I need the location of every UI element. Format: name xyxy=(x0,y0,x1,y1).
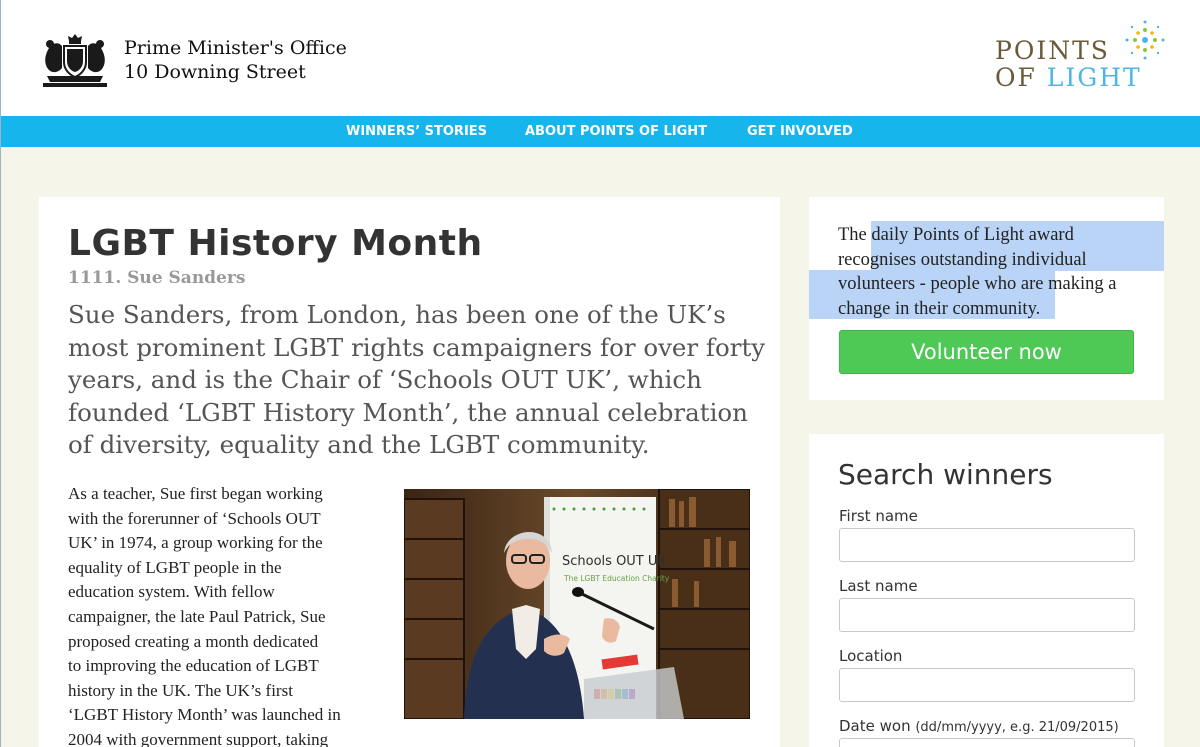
first-name-input[interactable] xyxy=(839,528,1135,562)
main-nav: WINNERS’ STORIES ABOUT POINTS OF LIGHT G… xyxy=(1,116,1200,147)
body-line: campaigner, the late Paul Patrick, Sue xyxy=(68,606,326,626)
body-line: proposed creating a month dedicated xyxy=(68,631,319,651)
award-line: The daily Points of Light award xyxy=(838,225,1074,245)
page-title: LGBT History Month xyxy=(68,223,483,264)
volunteer-now-button[interactable]: Volunteer now xyxy=(839,330,1134,374)
search-winners-title: Search winners xyxy=(838,458,1053,491)
award-description: The daily Points of Light award recognis… xyxy=(838,223,1148,321)
location-input[interactable] xyxy=(839,668,1135,702)
site-header: Prime Minister's Office 10 Downing Stree… xyxy=(1,0,1200,116)
article-body: As a teacher, Sue first began working wi… xyxy=(68,482,386,747)
location-label: Location xyxy=(839,647,903,665)
logo-points-text: POINTS xyxy=(995,36,1110,65)
date-won-input[interactable] xyxy=(839,738,1135,747)
first-name-label: First name xyxy=(839,507,918,525)
winner-number-name: 1111. Sue Sanders xyxy=(68,268,246,288)
nav-winners-stories[interactable]: WINNERS’ STORIES xyxy=(346,116,487,147)
last-name-input[interactable] xyxy=(839,598,1135,632)
body-line: 2004 with government support, taking xyxy=(68,729,329,747)
nav-get-involved[interactable]: GET INVOLVED xyxy=(747,116,853,147)
nav-about-points-of-light[interactable]: ABOUT POINTS OF LIGHT xyxy=(525,116,707,147)
date-won-label: Date won (dd/mm/yyyy, e.g. 21/09/2015) xyxy=(839,717,1119,735)
award-line: change in their community. xyxy=(838,298,1041,319)
royal-crest-icon[interactable] xyxy=(39,30,111,90)
body-line: to improving the education of LGBT xyxy=(68,656,319,676)
winner-photo: Schools OUT UK The LGBT Education Charit… xyxy=(404,489,750,719)
banner-title: Schools OUT UK xyxy=(562,554,666,569)
last-name-label: Last name xyxy=(839,577,918,595)
article-intro: Sue Sanders, from London, has been one o… xyxy=(68,300,766,460)
points-of-light-logo[interactable]: POINTS OF LIGHT xyxy=(995,18,1170,98)
body-line: history in the UK. The UK’s first xyxy=(68,680,293,700)
search-winners-card: Search winners First name Last name Loca… xyxy=(809,434,1164,747)
office-name[interactable]: Prime Minister's Office 10 Downing Stree… xyxy=(124,36,347,84)
date-won-label-text: Date won xyxy=(839,717,911,735)
body-line: UK’ in 1974, a group working for the xyxy=(68,533,323,553)
banner-subtitle: The LGBT Education Charity xyxy=(563,574,670,583)
body-line: As a teacher, Sue first began working xyxy=(68,484,323,503)
award-line: volunteers - people who are making a xyxy=(838,274,1117,295)
article-card: LGBT History Month 1111. Sue Sanders Sue… xyxy=(39,197,780,747)
date-format-hint: (dd/mm/yyyy, e.g. 21/09/2015) xyxy=(915,720,1119,735)
logo-light-text: LIGHT xyxy=(1046,63,1142,92)
body-line: equality of LGBT people in the xyxy=(68,557,282,577)
body-line: education system. With fellow xyxy=(68,582,275,602)
award-info-card: The daily Points of Light award recognis… xyxy=(809,197,1164,400)
star-burst-icon xyxy=(1125,20,1165,60)
office-line-2: 10 Downing Street xyxy=(124,61,306,83)
body-line: with the forerunner of ‘Schools OUT xyxy=(68,508,321,528)
office-line-1: Prime Minister's Office xyxy=(124,37,347,59)
award-line: recognises outstanding individual xyxy=(838,249,1087,270)
logo-of-text: OF xyxy=(995,63,1037,92)
body-line: ‘LGBT History Month’ was launched in xyxy=(68,705,341,725)
